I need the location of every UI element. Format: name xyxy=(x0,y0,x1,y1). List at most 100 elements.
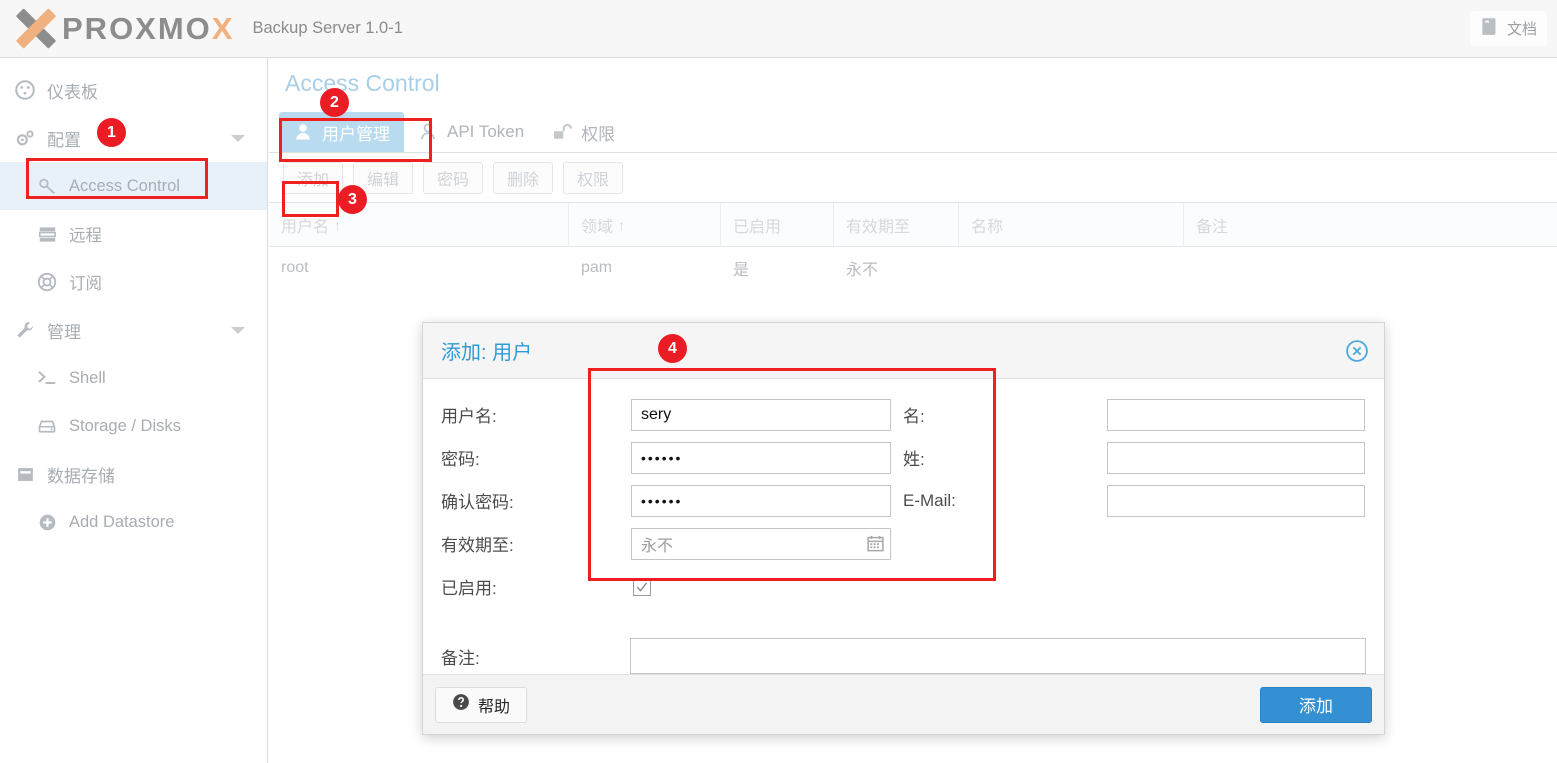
chevron-down-icon[interactable] xyxy=(231,327,245,334)
confirm-password-input[interactable]: •••••• xyxy=(631,484,891,517)
sidebar: 仪表板 配置 Access Control 远程 订阅 管理 Shell Sto… xyxy=(0,58,268,763)
tab-api-token[interactable]: API Token xyxy=(404,112,538,152)
sidebar-label: 管理 xyxy=(47,322,81,342)
question-circle-icon xyxy=(452,693,470,716)
password-input[interactable]: •••••• xyxy=(631,441,891,474)
sidebar-label: Shell xyxy=(69,368,106,387)
logo-word-x: X xyxy=(211,11,235,46)
key-icon xyxy=(34,177,60,196)
firstname-input[interactable] xyxy=(1106,398,1365,431)
column-header-expire[interactable]: 有效期至 xyxy=(834,203,959,246)
field-label-comment: 备注: xyxy=(441,648,480,668)
tab-bar: 用户管理 API Token 权限 xyxy=(269,105,1557,153)
table-row[interactable]: root pam 是 永不 xyxy=(269,247,1557,289)
field-row-password: 密码: •••••• xyxy=(441,436,903,479)
sidebar-item-access-control[interactable]: Access Control xyxy=(0,162,267,210)
password-button[interactable]: 密码 xyxy=(423,161,483,194)
column-header-realm[interactable]: 领域 ↑ xyxy=(569,203,721,246)
comment-input[interactable] xyxy=(629,638,1366,674)
edit-user-button[interactable]: 编辑 xyxy=(353,161,413,194)
field-label-expire: 有效期至: xyxy=(441,536,514,555)
enabled-checkbox[interactable] xyxy=(633,577,651,596)
product-title: Backup Server 1.0-1 xyxy=(252,19,403,37)
field-label-email: E-Mail: xyxy=(903,490,956,510)
hdd-icon xyxy=(34,416,60,436)
field-label-lastname: 姓: xyxy=(903,450,925,469)
archive-icon xyxy=(12,465,38,484)
sidebar-item-datastore[interactable]: 数据存储 xyxy=(0,450,267,498)
field-label-firstname: 名: xyxy=(903,407,925,426)
sidebar-label: 数据存储 xyxy=(47,466,115,486)
sidebar-item-storage-disks[interactable]: Storage / Disks xyxy=(0,402,267,450)
page-title: Access Control xyxy=(285,70,440,96)
chevron-down-icon[interactable] xyxy=(231,135,245,142)
permissions-button[interactable]: 权限 xyxy=(563,161,623,194)
top-bar-right: 文档 xyxy=(1469,11,1547,46)
terminal-icon xyxy=(34,368,60,388)
proxmox-x-icon xyxy=(14,8,58,49)
field-row-comment: 备注: xyxy=(441,630,1366,682)
sidebar-item-configuration[interactable]: 配置 xyxy=(0,114,267,162)
column-header-name[interactable]: 名称 xyxy=(959,203,1184,246)
field-label-enabled: 已启用: xyxy=(441,579,497,598)
tab-label: 用户管理 xyxy=(322,124,390,144)
add-user-dialog: 添加: 用户 用户名: sery 密码: •••••• 确认密码: ••••••… xyxy=(422,322,1385,735)
delete-user-button[interactable]: 删除 xyxy=(493,161,553,194)
logo-word-mo: MO xyxy=(157,11,212,46)
sidebar-label: Add Datastore xyxy=(69,512,175,531)
unlock-icon xyxy=(552,122,573,142)
server-icon xyxy=(34,225,60,244)
sidebar-item-shell[interactable]: Shell xyxy=(0,354,267,402)
cell-enabled: 是 xyxy=(733,262,750,279)
add-user-button[interactable]: 添加 xyxy=(283,161,343,194)
dialog-title: 添加: 用户 xyxy=(441,342,533,364)
column-header-username[interactable]: 用户名 ↑ xyxy=(269,203,569,246)
expire-date-input[interactable]: 永不 xyxy=(631,527,891,560)
cell-expire: 永不 xyxy=(846,262,879,279)
sidebar-item-add-datastore[interactable]: Add Datastore xyxy=(0,498,267,546)
sidebar-item-subscription[interactable]: 订阅 xyxy=(0,258,267,306)
sidebar-label: Storage / Disks xyxy=(69,416,181,435)
field-row-firstname: 名: xyxy=(903,393,1365,436)
tab-user-management[interactable]: 用户管理 xyxy=(279,112,404,152)
top-bar: PROXMOX Backup Server 1.0-1 文档 xyxy=(0,0,1557,58)
cell-realm: pam xyxy=(581,259,613,276)
wrench-icon xyxy=(12,320,38,340)
tab-label: API Token xyxy=(447,122,525,141)
gears-icon xyxy=(12,128,38,149)
documentation-button[interactable]: 文档 xyxy=(1469,11,1547,46)
lastname-input[interactable] xyxy=(1106,441,1365,474)
tab-label: 权限 xyxy=(581,124,616,144)
grid-toolbar: 添加 编辑 密码 删除 权限 xyxy=(269,153,1557,203)
sidebar-item-remote[interactable]: 远程 xyxy=(0,210,267,258)
sidebar-item-administration[interactable]: 管理 xyxy=(0,306,267,354)
table-header-row: 用户名 ↑ 领域 ↑ 已启用 有效期至 名称 备注 xyxy=(269,203,1557,247)
sidebar-label: 仪表板 xyxy=(47,82,98,102)
plus-circle-icon xyxy=(34,513,60,532)
proxmox-logo: PROXMOX xyxy=(14,8,235,49)
form-columns: 用户名: sery 密码: •••••• 确认密码: •••••• 有效期至: … xyxy=(441,393,1366,608)
dialog-submit-button[interactable]: 添加 xyxy=(1260,686,1372,723)
sidebar-label: 订阅 xyxy=(69,275,102,293)
column-header-comment[interactable]: 备注 xyxy=(1184,203,1557,246)
email-input[interactable] xyxy=(1106,484,1365,517)
username-input[interactable]: sery xyxy=(631,398,891,431)
column-header-enabled[interactable]: 已启用 xyxy=(721,203,834,246)
field-row-email: E-Mail: xyxy=(903,479,1365,522)
form-column-left: 用户名: sery 密码: •••••• 确认密码: •••••• 有效期至: … xyxy=(441,393,903,608)
sidebar-item-dashboard[interactable]: 仪表板 xyxy=(0,66,267,114)
tab-permissions[interactable]: 权限 xyxy=(538,112,629,152)
help-label: 帮助 xyxy=(478,698,511,716)
username-value: sery xyxy=(641,405,672,423)
help-button[interactable]: 帮助 xyxy=(435,686,528,723)
sort-ascending-icon: ↑ xyxy=(334,216,342,233)
user-outline-icon xyxy=(418,122,438,142)
close-circle-icon[interactable] xyxy=(1344,338,1370,364)
field-row-confirm-password: 确认密码: •••••• xyxy=(441,479,903,522)
dialog-body: 用户名: sery 密码: •••••• 确认密码: •••••• 有效期至: … xyxy=(423,379,1384,674)
user-filled-icon xyxy=(293,122,313,142)
calendar-icon[interactable] xyxy=(860,529,890,559)
lifebuoy-icon xyxy=(34,272,60,292)
field-label-username: 用户名: xyxy=(441,407,497,426)
sidebar-label: 远程 xyxy=(69,227,102,245)
